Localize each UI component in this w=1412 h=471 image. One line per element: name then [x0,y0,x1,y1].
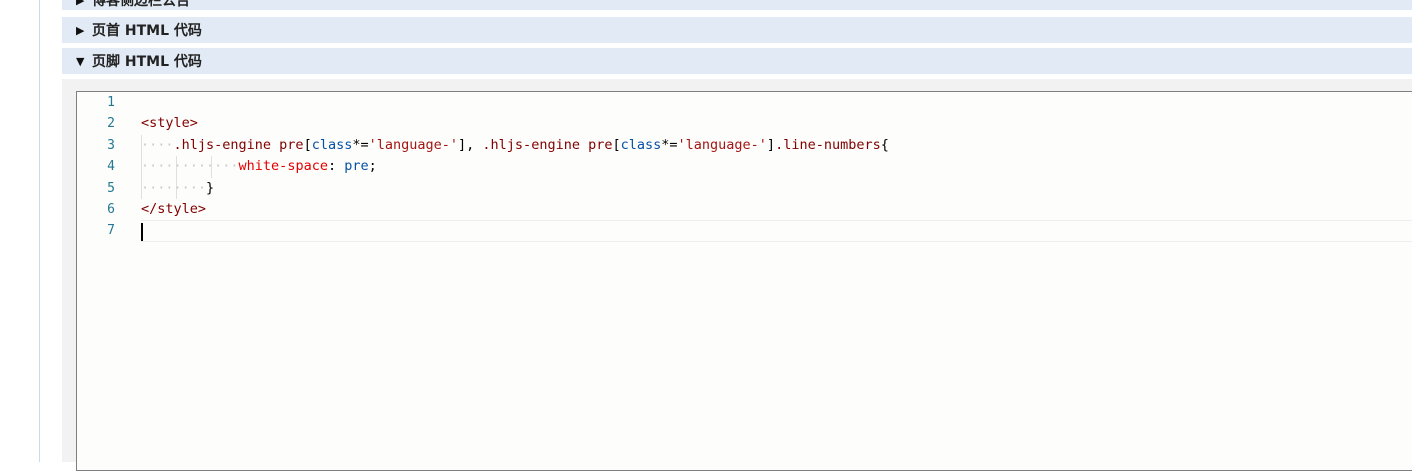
colon: : [327,158,345,175]
bracket: ] [766,136,776,153]
css-selector: .line-numbers [775,136,881,153]
line-number: 1 [107,95,115,110]
css-property: white-space [238,158,328,175]
whitespace-dots: ···· [141,136,174,153]
semicolon: ; [368,158,377,175]
page-left-border [39,0,40,462]
code-line-6: </style> [141,199,1412,220]
code-editor[interactable]: 1 2 3 4 5 6 7 <style> ····.hljs-engine p… [76,91,1412,471]
brace: } [206,179,215,196]
bracket: [ [303,136,312,153]
line-number: 3 [107,137,115,153]
section-sidebar-announcement-header[interactable]: ▶ 博客侧边栏公告 [62,0,1412,10]
line-number: 4 [107,159,115,175]
text-cursor [141,223,143,242]
code-line-4: ············white-space: pre; [141,156,1412,177]
section-title: 页首 HTML 代码 [92,23,202,39]
section-page-footer-html[interactable]: ▼ 页脚 HTML 代码 [62,48,1412,74]
css-value: pre [344,158,369,175]
section-page-header-html[interactable]: ▶ 页首 HTML 代码 [62,17,1412,43]
css-selector: .hljs-engine pre [482,136,613,153]
bracket: ] [458,136,467,153]
settings-content: ▶ 博客侧边栏公告 ▶ 页首 HTML 代码 ▼ 页脚 HTML 代码 1 2 … [62,0,1412,471]
collapsed-arrow-icon: ▶ [76,23,85,37]
css-selector: .hljs-engine pre [173,136,304,153]
line-number: 7 [107,223,115,239]
string: 'language-' [368,136,459,153]
comma: , [466,136,483,153]
string: 'language-' [677,136,767,153]
whitespace-dots: ············ [141,158,239,175]
code-area[interactable]: <style> ····.hljs-engine pre[class*='lan… [141,92,1412,470]
operator: *= [661,136,678,153]
line-number: 6 [107,202,115,217]
attr-name: class [620,136,662,153]
collapsed-arrow-icon: ▶ [76,0,85,7]
code-line-2: <style> [141,113,1412,134]
html-tag: </style> [141,201,207,217]
whitespace-dots: ········ [141,179,207,196]
code-line-7-current [141,220,1412,242]
code-line-5: ········} [141,178,1412,199]
code-line-3: ····.hljs-engine pre[class*='language-']… [141,135,1412,156]
footer-html-panel: 1 2 3 4 5 6 7 <style> ····.hljs-engine p… [62,79,1412,471]
expanded-arrow-icon: ▼ [76,54,85,68]
attr-name: class [311,136,353,153]
section-title: 博客侧边栏公告 [92,0,190,9]
line-number: 5 [107,180,115,196]
bracket: [ [612,136,621,153]
html-tag: <style> [141,115,198,132]
line-number: 2 [107,116,115,132]
brace: { [880,136,889,153]
line-number-gutter: 1 2 3 4 5 6 7 [77,92,125,470]
section-title: 页脚 HTML 代码 [92,54,202,70]
operator: *= [352,136,369,153]
